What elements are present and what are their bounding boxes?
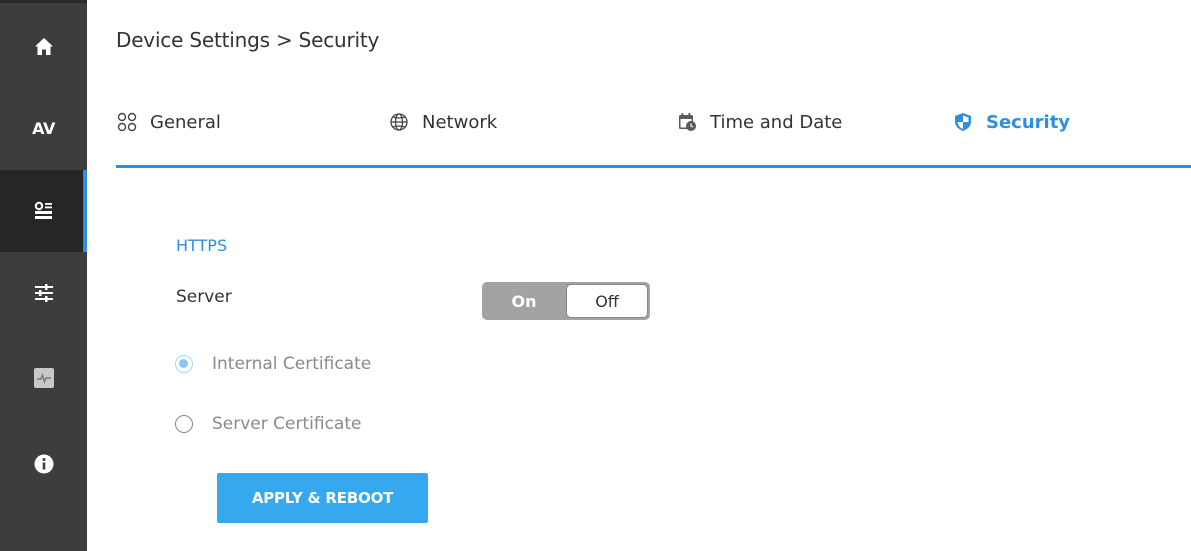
tab-general-label: General <box>150 111 221 133</box>
server-off-option[interactable]: Off <box>566 284 648 318</box>
tab-time-and-date[interactable]: Time and Date <box>676 108 842 136</box>
general-icon <box>116 111 138 133</box>
sidebar-item-device-settings[interactable] <box>0 170 87 252</box>
tab-bar: General Network Time and Date Security <box>116 100 1191 168</box>
server-on-option[interactable]: On <box>482 282 566 320</box>
sidebar-item-av[interactable]: AV <box>0 86 87 170</box>
sliders-icon <box>34 283 54 303</box>
https-section-title: HTTPS <box>176 236 228 255</box>
home-icon <box>34 37 54 56</box>
diagnostics-icon <box>33 368 54 388</box>
server-certificate-option[interactable]: Server Certificate <box>175 414 361 434</box>
info-icon <box>34 454 54 474</box>
server-label: Server <box>176 287 232 307</box>
sidebar: AV <box>0 0 87 551</box>
server-toggle[interactable]: On Off <box>482 282 650 320</box>
internal-certificate-option[interactable]: Internal Certificate <box>175 354 371 374</box>
internal-certificate-radio[interactable] <box>175 355 193 373</box>
tab-network[interactable]: Network <box>388 108 497 136</box>
internal-certificate-label: Internal Certificate <box>212 354 372 374</box>
tab-general[interactable]: General <box>116 108 221 136</box>
apply-reboot-button[interactable]: APPLY & REBOOT <box>217 473 428 523</box>
calendar-clock-icon <box>676 111 698 133</box>
server-certificate-label: Server Certificate <box>212 414 362 434</box>
device-settings-icon <box>34 201 54 221</box>
sidebar-item-sliders[interactable] <box>0 252 87 334</box>
tab-security[interactable]: Security <box>952 108 1070 136</box>
server-certificate-radio[interactable] <box>175 415 193 433</box>
sidebar-item-diagnostics[interactable] <box>0 334 87 422</box>
shield-icon <box>952 111 974 133</box>
breadcrumb: Device Settings > Security <box>116 28 380 52</box>
sidebar-item-home[interactable] <box>0 6 87 86</box>
sidebar-item-info[interactable] <box>0 422 87 506</box>
tab-network-label: Network <box>422 111 498 133</box>
av-icon: AV <box>32 118 55 138</box>
tab-time-and-date-label: Time and Date <box>710 111 843 133</box>
tab-security-label: Security <box>986 111 1071 133</box>
network-icon <box>388 111 410 133</box>
